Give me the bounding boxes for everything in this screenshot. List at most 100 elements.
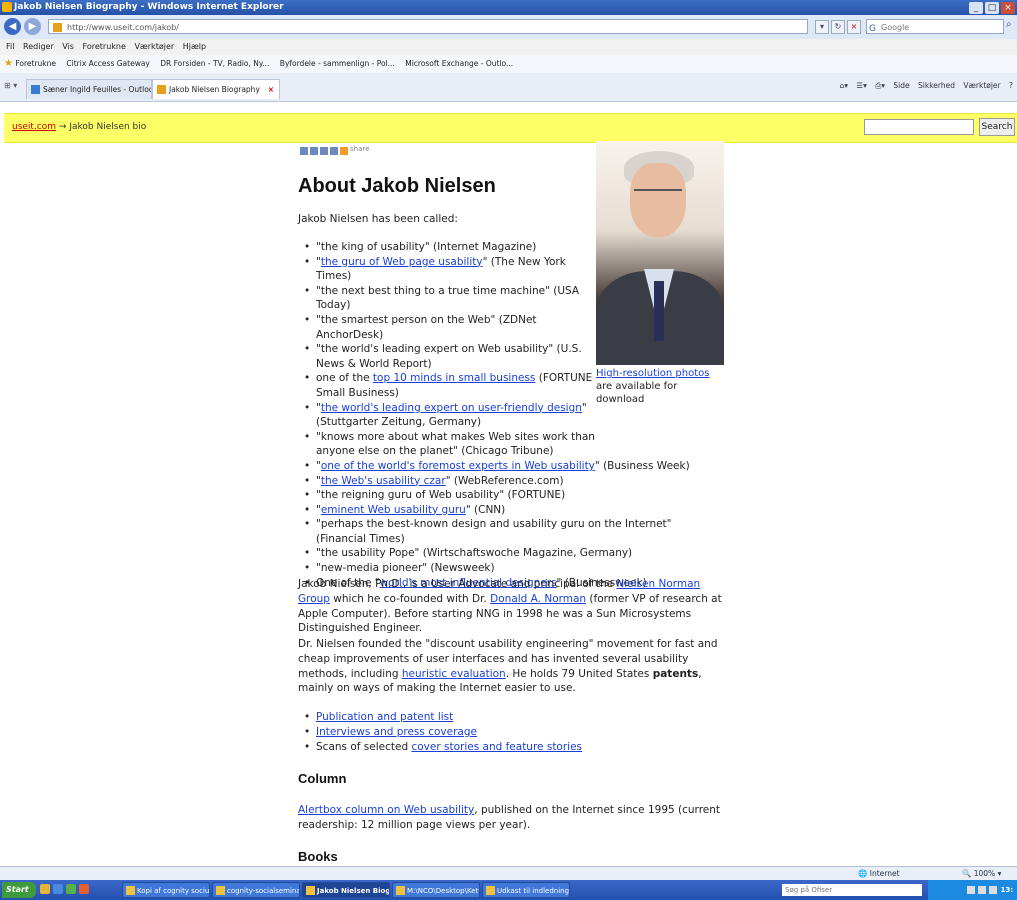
- twitter-icon[interactable]: [330, 147, 338, 155]
- site-navigation-strip: useit.com → Jakob Nielsen bio Search: [4, 113, 1017, 143]
- command-page[interactable]: Side: [893, 81, 909, 90]
- quick-tabs-icon[interactable]: ⊞ ▾: [4, 81, 17, 90]
- share-label[interactable]: share: [350, 145, 369, 153]
- quote-link[interactable]: the Web's usability czar: [321, 475, 446, 487]
- refresh-icon[interactable]: ↻: [831, 20, 845, 34]
- menu-bar: Fil Rediger Vis Foretrukne Værktøjer Hjæ…: [0, 39, 1017, 55]
- address-bar-row: ◀ ▶ http://www.useit.com/jakob/ ▾ ↻ × G Go…: [0, 15, 1017, 39]
- home-link[interactable]: useit.com: [12, 122, 56, 132]
- page-title: About Jakob Nielsen: [298, 175, 496, 197]
- menu-tools[interactable]: Værktøjer: [134, 42, 174, 51]
- portrait-photo: [596, 141, 724, 365]
- tab-outlook[interactable]: Sæner Ingild Feuilles - Outloo...: [26, 79, 152, 99]
- maximize-icon[interactable]: □: [985, 2, 999, 14]
- print-icon[interactable]: ⎙▾: [875, 81, 885, 90]
- resource-links: Publication and patent list Interviews an…: [302, 710, 722, 755]
- system-tray: 13:: [928, 880, 1017, 900]
- favorites-label[interactable]: Foretrukne: [15, 59, 56, 68]
- donald-norman-link[interactable]: Donald A. Norman: [490, 593, 586, 605]
- security-zone: 🌐 Internet: [858, 869, 900, 878]
- resource-link[interactable]: cover stories and feature stories: [411, 741, 582, 753]
- favorite-link[interactable]: Microsoft Exchange - Outlo...: [405, 59, 513, 68]
- useit-icon: [157, 85, 166, 94]
- breadcrumb: useit.com → Jakob Nielsen bio: [12, 122, 146, 132]
- site-search-button[interactable]: Search: [979, 118, 1015, 136]
- quote-link[interactable]: eminent Web usability guru: [321, 504, 466, 516]
- favorite-link[interactable]: DR Forsiden - TV, Radio, Ny...: [160, 59, 269, 68]
- resource-link-item: Publication and patent list: [302, 710, 722, 725]
- email-icon[interactable]: [300, 147, 308, 155]
- rss-icon[interactable]: [340, 147, 348, 155]
- clock: 13:: [1000, 886, 1013, 894]
- start-button[interactable]: Start: [2, 882, 36, 898]
- google-icon: G: [869, 24, 876, 34]
- taskbar-button[interactable]: Jakob Nielsen Biograp...: [302, 882, 390, 898]
- alertbox-link[interactable]: Alertbox column on Web usability: [298, 804, 474, 816]
- resource-link[interactable]: Publication and patent list: [316, 711, 453, 723]
- tab-bar: ⊞ ▾ Sæner Ingild Feuilles - Outloo... Ja…: [0, 73, 1017, 102]
- taskbar-button[interactable]: M:\NCO\Desktop\Ketter ...: [392, 882, 480, 898]
- forward-icon[interactable]: ▶: [24, 18, 41, 35]
- taskbar-button[interactable]: Udkast til indledning.mw...: [482, 882, 570, 898]
- help-icon[interactable]: ?: [1009, 81, 1013, 90]
- url-input[interactable]: http://www.useit.com/jakob/: [48, 19, 808, 34]
- breadcrumb-current: Jakob Nielsen bio: [69, 122, 147, 132]
- menu-file[interactable]: Fil: [6, 42, 14, 51]
- quote-link[interactable]: one of the world's foremost experts in W…: [321, 460, 595, 472]
- hi-res-photos-link[interactable]: High-resolution photos: [596, 368, 709, 379]
- facebook-icon[interactable]: [320, 147, 328, 155]
- menu-favorites[interactable]: Foretrukne: [83, 42, 126, 51]
- delicious-icon[interactable]: [310, 147, 318, 155]
- command-tools[interactable]: Værktøjer: [963, 81, 1000, 90]
- intro-text: Jakob Nielsen has been called:: [298, 213, 458, 225]
- quote-item: "the world's leading expert on Web usabi…: [302, 342, 596, 371]
- app-icon[interactable]: [66, 884, 76, 894]
- minimize-icon[interactable]: _: [969, 2, 983, 14]
- star-icon[interactable]: ★: [4, 58, 13, 69]
- app-icon[interactable]: [40, 884, 50, 894]
- ie-icon: [2, 2, 12, 12]
- home-icon[interactable]: ⌂▾: [839, 81, 848, 90]
- taskbar-button[interactable]: cognity-socialsemina.pp...: [212, 882, 300, 898]
- status-bar: 🌐 Internet 🔍 100% ▾: [0, 866, 1017, 881]
- resource-link[interactable]: Interviews and press coverage: [316, 726, 477, 738]
- quote-item: "new-media pioneer" (Newsweek): [302, 561, 702, 576]
- window-title: Jakob Nielsen Biography - Windows Intern…: [14, 2, 284, 12]
- quick-launch: [40, 884, 92, 897]
- quote-item: "the usability Pope" (Wirtschaftswoche M…: [302, 546, 702, 561]
- quote-link[interactable]: the world's leading expert on user-frien…: [321, 402, 582, 414]
- outlook-icon: [31, 85, 40, 94]
- app-icon[interactable]: [53, 884, 63, 894]
- close-tab-icon[interactable]: ×: [268, 80, 274, 99]
- quote-link[interactable]: top 10 minds in small business: [373, 372, 536, 384]
- close-icon[interactable]: ×: [1001, 2, 1015, 14]
- search-icon[interactable]: ⌕: [1006, 19, 1012, 30]
- dropdown-icon[interactable]: ▾: [815, 20, 829, 34]
- stop-icon[interactable]: ×: [847, 20, 861, 34]
- menu-edit[interactable]: Rediger: [23, 42, 54, 51]
- zoom-level[interactable]: 🔍 100% ▾: [962, 867, 1001, 881]
- column-paragraph: Alertbox column on Web usability, publis…: [298, 804, 721, 831]
- taskbar-button[interactable]: Kopi af cognity sociuso...: [122, 882, 210, 898]
- feeds-icon[interactable]: ☰▾: [856, 81, 867, 90]
- books-heading: Books: [298, 849, 338, 864]
- url-text: http://www.useit.com/jakob/: [67, 23, 179, 32]
- heuristic-evaluation-link[interactable]: heuristic evaluation: [402, 668, 506, 680]
- search-placeholder: Google: [881, 23, 910, 32]
- menu-help[interactable]: Hjælp: [183, 42, 206, 51]
- taskbar-search-input[interactable]: Søg på Ofiser: [782, 884, 922, 896]
- quote-item: "eminent Web usability guru" (CNN): [302, 503, 702, 518]
- search-input[interactable]: G Google: [866, 19, 1004, 34]
- window-controls: _ □ ×: [967, 1, 1015, 16]
- site-search-input[interactable]: [864, 119, 974, 135]
- tab-label: Sæner Ingild Feuilles - Outloo...: [43, 85, 152, 94]
- quote-link[interactable]: the guru of Web page usability: [321, 256, 483, 268]
- command-safety[interactable]: Sikkerhed: [918, 81, 955, 90]
- app-icon[interactable]: [79, 884, 89, 894]
- back-icon[interactable]: ◀: [4, 18, 21, 35]
- favorite-link[interactable]: Citrix Access Gateway: [66, 59, 149, 68]
- menu-view[interactable]: Vis: [62, 42, 74, 51]
- photo-caption: High-resolution photos are available for…: [596, 368, 710, 405]
- favorite-link[interactable]: Byfordele - sammenlign - Pol...: [280, 59, 395, 68]
- tab-nielsen[interactable]: Jakob Nielsen Biography ×: [152, 79, 280, 99]
